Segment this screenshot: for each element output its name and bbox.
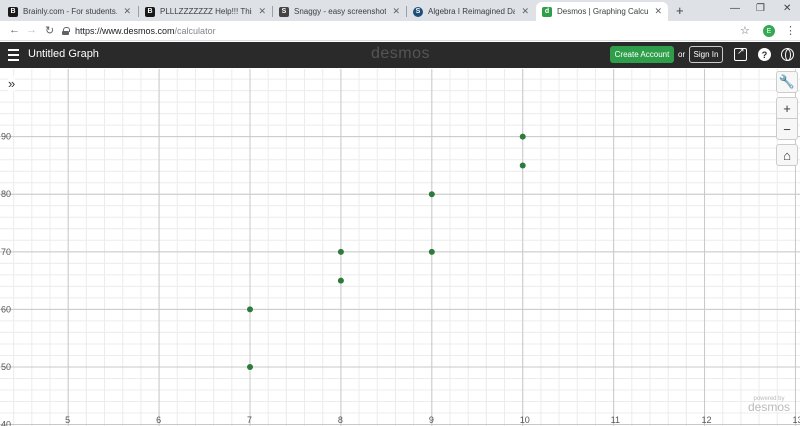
data-point (519, 162, 526, 169)
help-icon[interactable]: ? (758, 48, 771, 61)
x-tick-label: 5 (65, 415, 70, 425)
profile-avatar[interactable]: E (763, 25, 775, 37)
desmos-icon: d (542, 6, 552, 17)
snaggy-icon: S (279, 6, 289, 17)
x-tick-label: 9 (429, 415, 434, 425)
browser-tab[interactable]: S Snaggy - easy screenshots ✕ (273, 2, 406, 21)
desmos-logo: desmos (371, 45, 431, 62)
x-tick-label: 6 (156, 415, 161, 425)
back-arrow-icon[interactable]: ← (9, 24, 20, 36)
browser-tab-active[interactable]: d Desmos | Graphing Calculator ✕ (536, 2, 668, 21)
x-tick-label: 12 (702, 415, 712, 425)
data-point (428, 248, 435, 255)
tab-title: PLLLZZZZZZZ Help!!! This tabl (160, 7, 252, 16)
y-tick-label: 40 (1, 420, 11, 426)
data-point (337, 248, 344, 255)
sign-in-button[interactable]: Sign In (689, 46, 723, 63)
minimize-icon[interactable]: — (730, 3, 740, 14)
address-bar: ← → ↻ https://www.desmos.com/calculator … (0, 21, 800, 41)
browser-tab[interactable]: B Brainly.com - For students. By ✕ (2, 2, 137, 21)
x-tick-label: 13 (792, 415, 800, 425)
scatter-plot[interactable]: 5 6 7 8 9 10 11 12 13 40 50 60 70 80 90 (0, 69, 800, 426)
y-tick-label: 50 (1, 362, 11, 372)
data-point (337, 277, 344, 284)
globe-icon[interactable] (781, 48, 794, 61)
restore-icon[interactable]: ❐ (756, 3, 765, 14)
data-point (428, 191, 435, 198)
close-icon[interactable]: ✕ (521, 6, 529, 17)
powered-by-desmos: powered by desmos (748, 396, 790, 414)
data-point (519, 133, 526, 140)
y-tick-label: 70 (1, 247, 11, 257)
zoom-in-button[interactable]: + (776, 97, 798, 119)
wrench-settings-icon[interactable]: 🔧 (776, 71, 798, 93)
powered-by-brand: desmos (748, 400, 791, 414)
url-host: https://www.desmos.com (75, 26, 175, 36)
close-icon[interactable]: ✕ (654, 6, 662, 17)
tab-title: Algebra I Reimagined Day Ass (428, 7, 516, 16)
forward-arrow-icon[interactable]: → (26, 24, 37, 36)
brainly-icon: B (8, 6, 18, 17)
home-icon[interactable]: ⌂ (776, 144, 798, 166)
lock-icon (62, 27, 70, 35)
or-label: or (678, 50, 686, 59)
desmos-header: Untitled Graph desmos Create Account or … (0, 42, 800, 68)
x-tick-label: 7 (247, 415, 252, 425)
data-point (247, 306, 253, 313)
data-point (247, 363, 253, 370)
tab-title: Desmos | Graphing Calculator (557, 7, 649, 16)
graph-title[interactable]: Untitled Graph (28, 48, 99, 60)
x-tick-label: 10 (520, 415, 530, 425)
close-icon[interactable]: ✕ (392, 6, 400, 17)
x-tick-label: 8 (338, 415, 343, 425)
reload-icon[interactable]: ↻ (45, 24, 54, 37)
new-tab-plus-icon[interactable]: + (676, 3, 684, 18)
y-tick-label: 60 (1, 304, 11, 314)
url-field[interactable]: https://www.desmos.com/calculator (62, 23, 750, 39)
close-icon[interactable]: ✕ (123, 6, 131, 17)
tab-title: Snaggy - easy screenshots (294, 7, 387, 16)
browser-tab-bar: B Brainly.com - For students. By ✕ B PLL… (0, 0, 800, 21)
expand-expressions-icon[interactable]: » (8, 76, 16, 91)
share-icon[interactable] (734, 46, 747, 61)
window-close-icon[interactable]: ✕ (783, 3, 791, 14)
hamburger-menu-icon[interactable] (8, 49, 19, 61)
close-icon[interactable]: ✕ (258, 6, 266, 17)
graph-paper[interactable]: 5 6 7 8 9 10 11 12 13 40 50 60 70 80 90 » 🔧 + − ⌂ powe… (0, 69, 800, 426)
url-path: /calculator (174, 26, 216, 36)
tab-title: Brainly.com - For students. By (23, 7, 118, 16)
y-tick-label: 90 (1, 132, 11, 142)
x-tick-label: 11 (611, 415, 620, 425)
y-tick-label: 80 (1, 189, 11, 199)
browser-menu-icon[interactable]: ⋮ (785, 24, 796, 37)
browser-tab[interactable]: S Algebra I Reimagined Day Ass ✕ (407, 2, 535, 21)
browser-tab[interactable]: B PLLLZZZZZZZ Help!!! This tabl ✕ (139, 2, 272, 21)
create-account-button[interactable]: Create Account (610, 46, 674, 63)
schoology-icon: S (413, 6, 423, 17)
brainly-icon: B (145, 6, 155, 17)
zoom-out-button[interactable]: − (776, 118, 798, 140)
bookmark-star-icon[interactable]: ☆ (740, 24, 750, 37)
